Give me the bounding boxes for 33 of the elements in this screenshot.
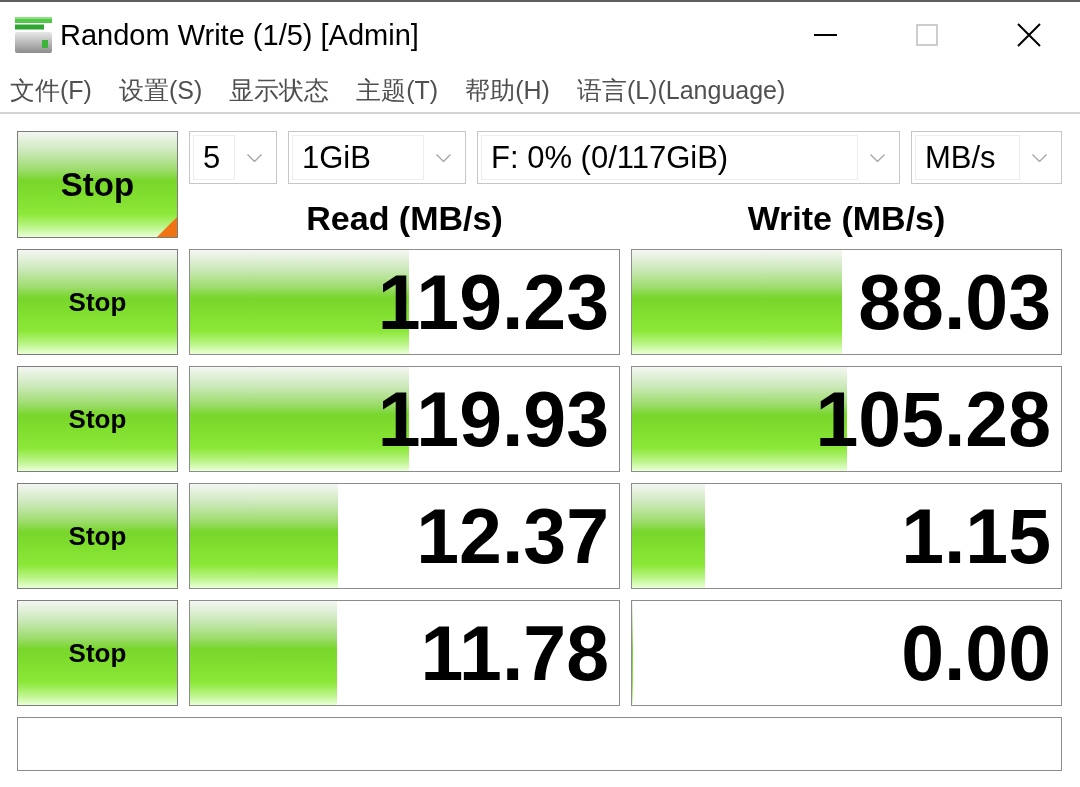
- stop-button[interactable]: Stop: [17, 131, 178, 238]
- chevron-down-icon: [435, 153, 451, 162]
- stop-button[interactable]: Stop: [17, 366, 178, 472]
- window-title: Random Write (1/5) [Admin]: [60, 18, 420, 52]
- column-header: Read (MB/s): [305, 198, 504, 238]
- column-header: Write (MB/s): [746, 198, 947, 238]
- menu-item[interactable]: 语言(L)(Language): [576, 73, 786, 107]
- speed-value: 11.78: [420, 614, 610, 692]
- size-dropdown[interactable]: 1GiB: [288, 131, 466, 184]
- stop-button[interactable]: Stop: [17, 249, 178, 355]
- speed-value: 1.15: [901, 497, 1052, 575]
- stop-button[interactable]: Stop: [17, 483, 178, 589]
- app-icon: [15, 17, 52, 53]
- menu-item[interactable]: 显示状态: [229, 73, 330, 107]
- maximize-icon: [916, 24, 938, 46]
- minimize-icon: [813, 34, 837, 36]
- menu-item[interactable]: 主题(T): [356, 73, 439, 107]
- chevron-down-icon: [246, 153, 262, 162]
- close-icon: [1017, 23, 1041, 47]
- comment-field[interactable]: [17, 717, 1062, 771]
- speed-value: 12.37: [416, 497, 610, 575]
- chevron-down-icon: [869, 153, 885, 162]
- unit-dropdown[interactable]: MB/s: [911, 131, 1062, 184]
- menu-item[interactable]: 文件(F): [10, 73, 92, 107]
- stop-button[interactable]: Stop: [17, 600, 178, 706]
- speed-value: 0.00: [901, 614, 1052, 692]
- menu-item[interactable]: 设置(S): [118, 73, 203, 107]
- menu-item[interactable]: 帮助(H): [465, 73, 550, 107]
- chevron-down-icon: [1031, 153, 1047, 162]
- speed-value: 88.03: [858, 263, 1052, 341]
- drive-dropdown[interactable]: F: 0% (0/117GiB): [477, 131, 900, 184]
- corner-triangle-icon: [157, 217, 177, 237]
- count-dropdown[interactable]: 5: [189, 131, 277, 184]
